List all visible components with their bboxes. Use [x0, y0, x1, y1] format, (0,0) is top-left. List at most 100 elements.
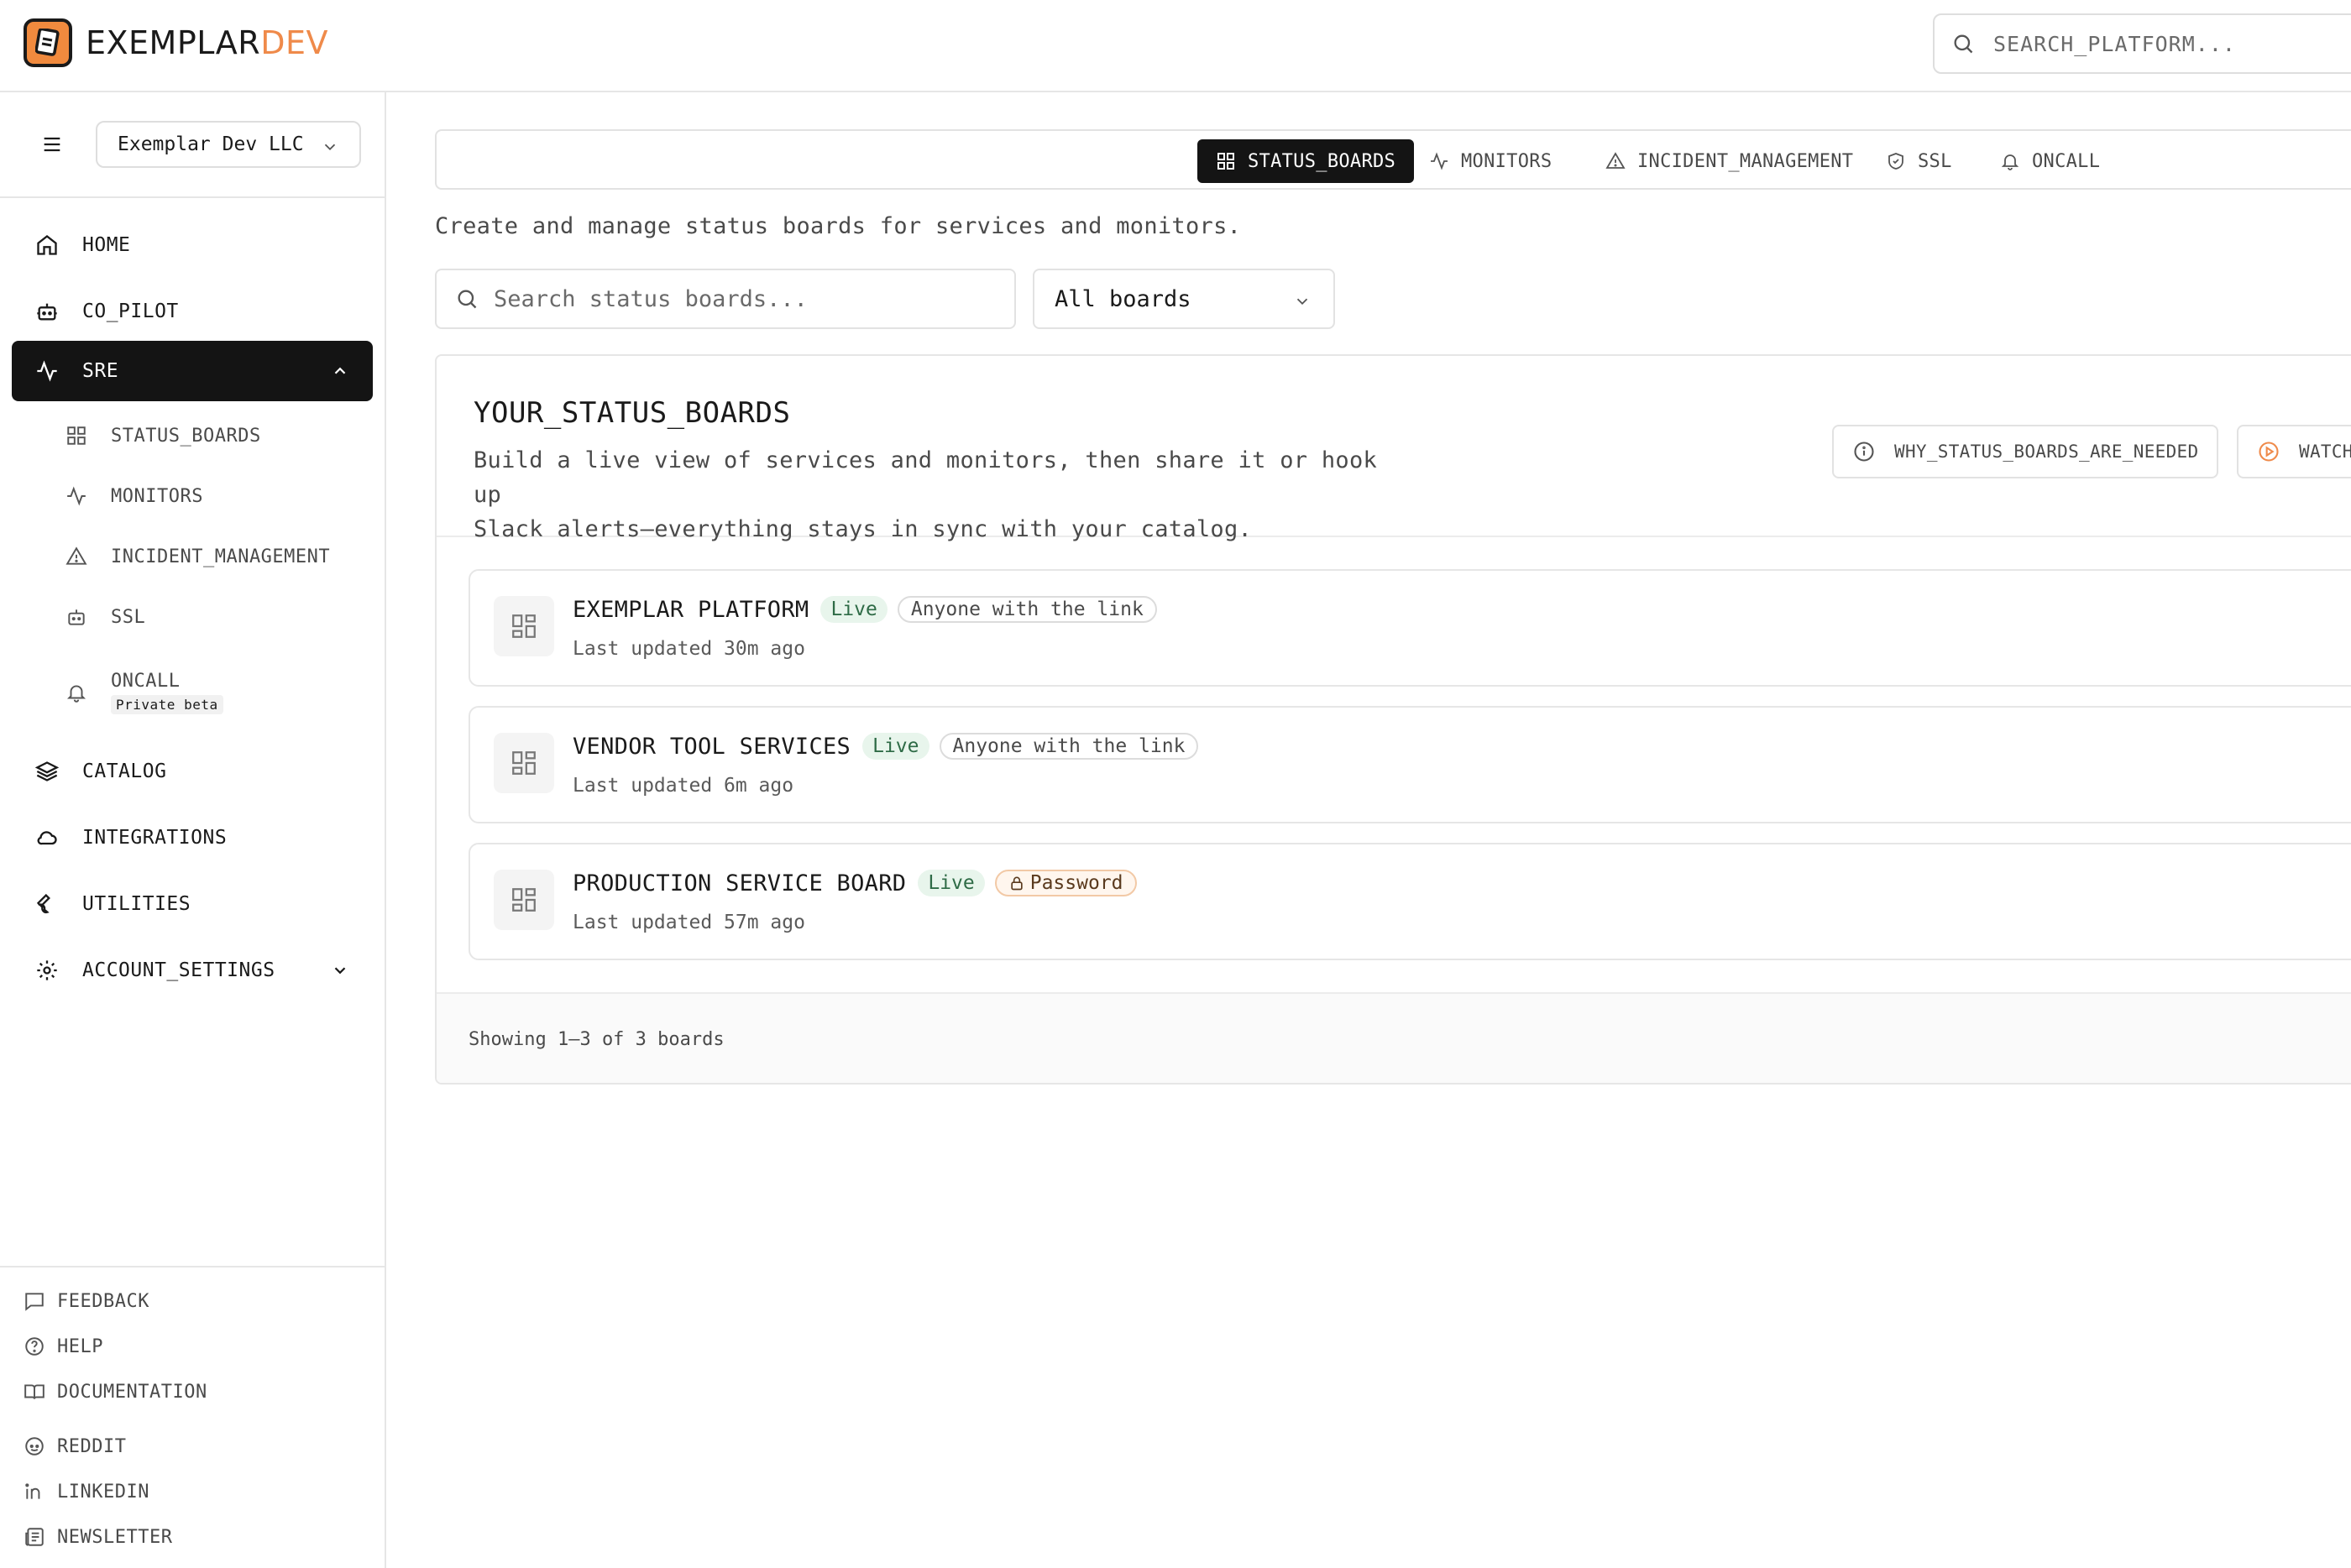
- activity-icon: [65, 485, 87, 507]
- sidebar-subitem-monitors[interactable]: MONITORS: [65, 471, 368, 521]
- sidebar-subitem-ssl[interactable]: SSL: [65, 592, 368, 642]
- tab-oncall[interactable]: ONCALL: [1982, 139, 2118, 183]
- sidebar-item-catalog[interactable]: CATALOG: [12, 741, 373, 802]
- card-description-line: Slack alerts—everything stays in sync wi…: [474, 516, 1253, 542]
- why-status-boards-button[interactable]: WHY_STATUS_BOARDS_ARE_NEEDED: [1832, 425, 2219, 478]
- access-badge-label: Password: [1029, 872, 1123, 894]
- org-select[interactable]: Exemplar Dev LLC: [96, 121, 361, 168]
- watch-button[interactable]: WATCH: [2237, 425, 2351, 478]
- tab-incident-management[interactable]: INCIDENT_MANAGEMENT: [1587, 139, 1872, 183]
- sidebar-subitem-label: INCIDENT_MANAGEMENT: [111, 546, 331, 567]
- grid-icon: [65, 425, 87, 447]
- play-circle-icon: [2257, 440, 2280, 463]
- footer-link-reddit[interactable]: REDDIT: [24, 1429, 126, 1463]
- access-badge: Anyone with the link: [897, 596, 1157, 623]
- footer-link-label: DOCUMENTATION: [57, 1381, 207, 1403]
- footer-link-documentation[interactable]: DOCUMENTATION: [24, 1375, 207, 1409]
- sidebar-item-label: UTILITIES: [82, 893, 191, 915]
- book-icon: [24, 1381, 45, 1403]
- footer-link-linkedin[interactable]: LINKEDIN: [24, 1475, 149, 1508]
- board-row[interactable]: PRODUCTION SERVICE BOARD Live Password L…: [469, 843, 2351, 960]
- why-status-boards-label: WHY_STATUS_BOARDS_ARE_NEEDED: [1894, 442, 2199, 462]
- board-search[interactable]: [435, 269, 1016, 329]
- sidebar-subitem-label: MONITORS: [111, 485, 203, 507]
- home-icon: [35, 233, 59, 257]
- sre-tabbar: STATUS_BOARDS MONITORS INCIDENT_MANAGEME…: [435, 129, 2351, 190]
- oncall-label-group: ONCALL Private beta: [111, 671, 223, 714]
- board-title-line: VENDOR TOOL SERVICES Live Anyone with th…: [573, 733, 1199, 760]
- sidebar-subitem-incident-management[interactable]: INCIDENT_MANAGEMENT: [65, 531, 368, 582]
- sidebar-item-label: HOME: [82, 234, 131, 256]
- sidebar-item-label: ACCOUNT_SETTINGS: [82, 959, 275, 981]
- board-search-input[interactable]: [494, 285, 997, 312]
- sidebar-footer: FEEDBACK HELP DOCUMENTATION REDDIT LINKE…: [0, 1266, 385, 1568]
- sidebar-item-account-settings[interactable]: ACCOUNT_SETTINGS: [12, 940, 373, 1001]
- board-row[interactable]: EXEMPLAR PLATFORM Live Anyone with the l…: [469, 569, 2351, 687]
- sidebar-subitem-label: SSL: [111, 606, 146, 628]
- chevron-down-icon: [331, 961, 349, 980]
- status-boards-card: YOUR_STATUS_BOARDS Build a live view of …: [435, 354, 2351, 1085]
- info-icon: [1852, 440, 1876, 463]
- activity-icon: [1429, 151, 1449, 171]
- sidebar-item-integrations[interactable]: INTEGRATIONS: [12, 808, 373, 868]
- tab-ssl[interactable]: SSL: [1867, 139, 1971, 183]
- tab-monitors[interactable]: MONITORS: [1411, 139, 1570, 183]
- board-row[interactable]: VENDOR TOOL SERVICES Live Anyone with th…: [469, 706, 2351, 823]
- sidebar-item-home[interactable]: HOME: [12, 215, 373, 275]
- footer-link-label: REDDIT: [57, 1435, 127, 1457]
- watch-label: WATCH: [2299, 442, 2351, 462]
- bot-icon: [35, 300, 59, 323]
- brand[interactable]: EXEMPLARDEV: [24, 18, 328, 67]
- footer-link-label: HELP: [57, 1335, 103, 1357]
- board-name: EXEMPLAR PLATFORM: [573, 596, 809, 623]
- footer-link-label: LINKEDIN: [57, 1481, 149, 1503]
- warning-icon: [1605, 151, 1626, 171]
- tab-status-boards[interactable]: STATUS_BOARDS: [1197, 139, 1415, 183]
- tab-label: SSL: [1918, 150, 1952, 172]
- footer-link-feedback[interactable]: FEEDBACK: [24, 1284, 149, 1318]
- grid-icon: [1216, 151, 1236, 171]
- card-title: YOUR_STATUS_BOARDS: [474, 396, 791, 430]
- sidebar: Exemplar Dev LLC HOME CO_PILOT SRE STATU…: [0, 92, 386, 1568]
- footer-link-help[interactable]: HELP: [24, 1330, 103, 1363]
- wrench-icon: [35, 892, 59, 916]
- card-description: Build a live view of services and monito…: [474, 443, 1406, 546]
- message-icon: [24, 1290, 45, 1312]
- sidebar-subitem-oncall[interactable]: ONCALL Private beta: [65, 659, 368, 726]
- board-title-line: EXEMPLAR PLATFORM Live Anyone with the l…: [573, 596, 1157, 623]
- bell-icon: [65, 682, 87, 703]
- search-icon: [455, 287, 479, 311]
- global-search[interactable]: [1933, 13, 2351, 74]
- tab-label: INCIDENT_MANAGEMENT: [1637, 150, 1854, 172]
- lock-icon: [1008, 875, 1025, 891]
- card-header: YOUR_STATUS_BOARDS Build a live view of …: [437, 356, 2351, 542]
- pagination-summary: Showing 1–3 of 3 boards: [469, 1029, 725, 1050]
- brand-name: EXEMPLARDEV: [86, 24, 328, 61]
- page-subtitle: Create and manage status boards for serv…: [435, 213, 1242, 239]
- status-badge: Live: [862, 733, 929, 760]
- card-description-line: Build a live view of services and monito…: [474, 447, 1378, 508]
- sidebar-item-utilities[interactable]: UTILITIES: [12, 874, 373, 934]
- bell-icon: [2000, 151, 2020, 171]
- reddit-icon: [24, 1435, 45, 1457]
- sidebar-item-label: CATALOG: [82, 760, 167, 782]
- chevron-up-icon: [331, 362, 349, 380]
- search-icon: [1951, 32, 1975, 55]
- sidebar-item-co-pilot[interactable]: CO_PILOT: [12, 281, 373, 342]
- sidebar-item-label: CO_PILOT: [82, 301, 179, 322]
- sidebar-header: Exemplar Dev LLC: [0, 92, 385, 198]
- shield-icon: [1886, 151, 1906, 171]
- tab-label: ONCALL: [2032, 150, 2101, 172]
- footer-link-newsletter[interactable]: NEWSLETTER: [24, 1520, 172, 1554]
- menu-icon[interactable]: [40, 133, 64, 156]
- board-filter-select[interactable]: All boards: [1033, 269, 1335, 329]
- password-badge: Password: [994, 870, 1137, 896]
- help-icon: [24, 1335, 45, 1357]
- status-badge: Live: [820, 596, 888, 623]
- sidebar-subitem-status-boards[interactable]: STATUS_BOARDS: [65, 410, 368, 461]
- gear-icon: [35, 959, 59, 982]
- global-search-input[interactable]: [1993, 31, 2346, 56]
- sidebar-item-sre[interactable]: SRE: [12, 341, 373, 401]
- board-updated: Last updated 30m ago: [573, 638, 805, 660]
- sidebar-item-label: INTEGRATIONS: [82, 827, 228, 849]
